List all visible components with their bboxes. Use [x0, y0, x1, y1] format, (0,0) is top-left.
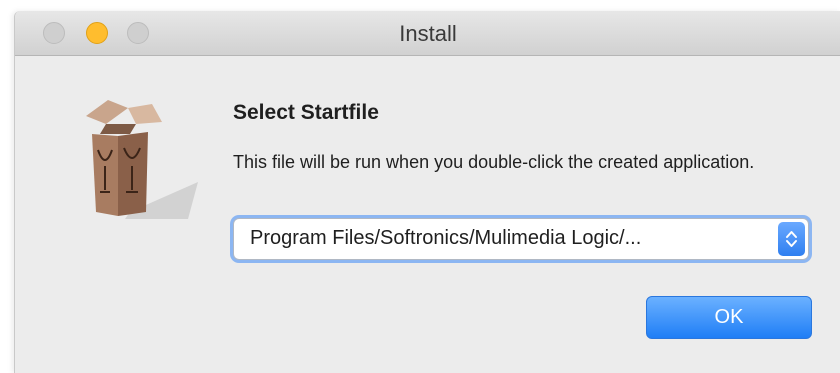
dialog-heading: Select Startfile [233, 101, 379, 124]
window-title: Install [399, 21, 457, 46]
wine-bottle-box-icon [86, 100, 198, 219]
install-window: Install Select Startfile This file will … [14, 11, 840, 373]
dialog-content: Select Startfile This file will be run w… [15, 56, 840, 373]
chevron-up-down-icon[interactable] [778, 222, 805, 256]
ok-button[interactable]: OK [646, 296, 812, 339]
dialog-description: This file will be run when you double-cl… [233, 152, 755, 172]
titlebar[interactable]: Install [15, 11, 840, 56]
startfile-popup[interactable]: Program Files/Softronics/Mulimedia Logic… [233, 218, 809, 260]
startfile-value: Program Files/Softronics/Mulimedia Logic… [250, 227, 642, 249]
